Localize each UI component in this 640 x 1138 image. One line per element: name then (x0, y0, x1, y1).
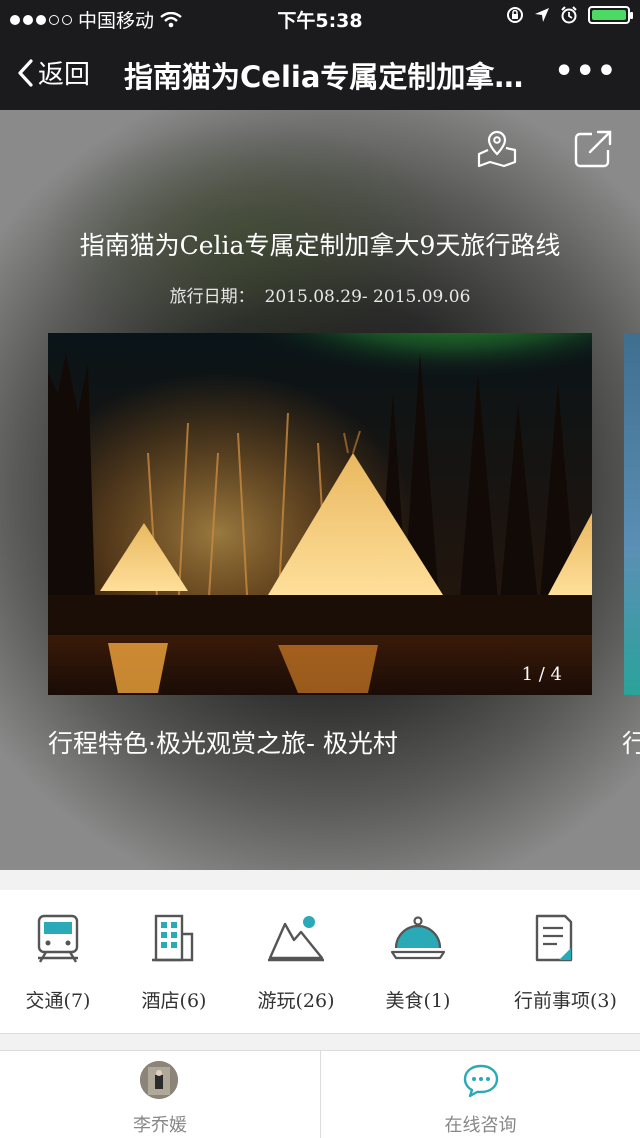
planner-profile-button[interactable]: 李乔媛 (0, 1051, 320, 1138)
online-consult-button[interactable]: 在线咨询 (320, 1051, 640, 1138)
status-bar: 中国移动 下午5:38 (0, 0, 640, 36)
hero-section: 指南猫为Celia专属定制加拿大9天旅行路线 旅行日期： 2015.08.29- … (0, 110, 640, 870)
map-pin-icon[interactable] (476, 128, 518, 170)
app-root: 中国移动 下午5:38 返回 指南猫为Celia专属定制加拿… ••• 指南猫为… (0, 0, 640, 1138)
chevron-left-icon (18, 58, 33, 87)
category-label: 酒店(6) (141, 990, 207, 1012)
planner-name: 李乔媛 (133, 1115, 187, 1136)
back-button[interactable]: 返回 (16, 54, 90, 91)
hero-actions (476, 128, 614, 170)
trip-date-label: 旅行日期： (169, 287, 255, 307)
category-bar: 交通(7) 酒店(6) 游玩(26) 美食(1) 行前事项(3) (0, 890, 640, 1034)
category-label: 交通(7) (25, 990, 91, 1012)
carousel-slide[interactable]: 1 / 4 (48, 333, 592, 695)
mountain-icon (268, 916, 324, 962)
trip-title: 指南猫为Celia专属定制加拿大9天旅行路线 (79, 231, 561, 260)
bottom-bar: 李乔媛 在线咨询 (0, 1050, 640, 1138)
status-right (506, 6, 633, 24)
next-slide-caption: 行 (622, 729, 640, 758)
back-label: 返回 (38, 60, 91, 90)
location-arrow-icon (535, 8, 549, 22)
category-label: 游玩(26) (257, 990, 335, 1012)
battery-icon (588, 6, 633, 24)
trip-date: 旅行日期： 2015.08.29- 2015.09.06 (0, 282, 640, 307)
slide-counter: 1 / 4 (521, 664, 562, 685)
online-consult-label: 在线咨询 (444, 1115, 517, 1136)
chat-bubble-icon (463, 1064, 499, 1098)
category-label: 美食(1) (385, 990, 451, 1012)
share-icon[interactable] (572, 128, 614, 170)
nav-bar: 返回 指南猫为Celia专属定制加拿… ••• (0, 36, 640, 110)
category-label: 行前事项(3) (514, 990, 617, 1012)
more-button[interactable]: ••• (554, 54, 618, 89)
rotation-lock-icon (507, 7, 523, 23)
page-title: 指南猫为Celia专属定制加拿… (124, 60, 524, 94)
food-cloche-icon (390, 916, 446, 960)
hotel-icon (152, 914, 194, 962)
avatar (140, 1061, 178, 1099)
slide-caption: 行程特色·极光观赏之旅- 极光村 (48, 729, 398, 758)
train-icon (37, 914, 79, 963)
aurora-tipi-photo (48, 333, 592, 695)
trip-date-value: 2015.08.29- 2015.09.06 (264, 287, 471, 307)
carousel-next-slide[interactable] (624, 333, 640, 695)
alarm-icon (561, 6, 577, 24)
document-icon (535, 914, 573, 962)
